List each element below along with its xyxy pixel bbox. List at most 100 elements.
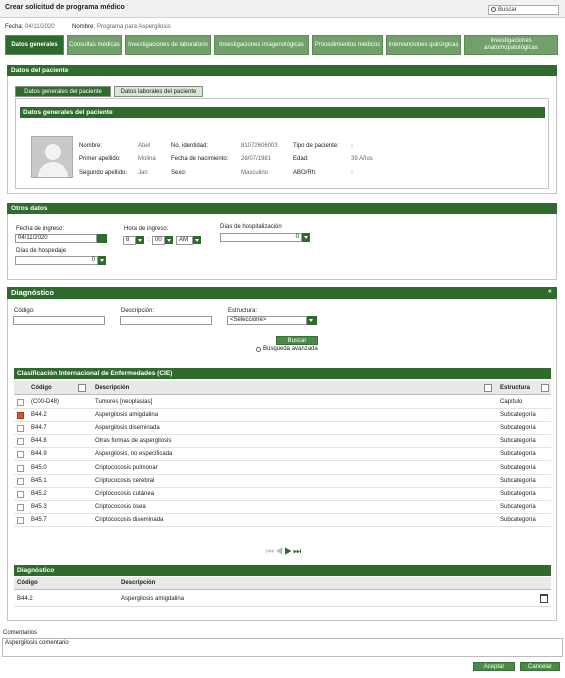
hora-dropdown-icon[interactable]	[136, 236, 144, 244]
tab-quirurgicas[interactable]: Intervenciones quirúrgicas	[386, 35, 461, 55]
delete-icon[interactable]	[540, 594, 548, 603]
estructura-dropdown-icon[interactable]	[307, 316, 317, 325]
row-codigo: B45.1	[31, 477, 47, 484]
comentarios-textarea[interactable]: Aspergilosis comentario	[2, 638, 563, 657]
subtab-datos-laborales[interactable]: Datos laborales del paciente	[114, 86, 203, 97]
table-row[interactable]: B45.3 Criptococosis ósea Subcategoría	[14, 501, 551, 514]
descripcion-input[interactable]	[120, 316, 212, 325]
aceptar-button[interactable]: Aceptar	[473, 662, 515, 671]
tab-anatomopatologicas[interactable]: Investigaciones anatomopatológicas	[464, 35, 558, 55]
busqueda-avanzada-link[interactable]: Búsqueda avanzada	[263, 346, 318, 352]
hora-select[interactable]: 8	[123, 236, 136, 245]
table-row[interactable]: (C00-D48) Tumores [neoplasias] Capítulo	[14, 396, 551, 409]
row-checkbox[interactable]	[17, 516, 24, 524]
main-tabs: Datos generales Consultas médicas Invest…	[5, 35, 558, 55]
buscar-button[interactable]: Buscar	[276, 336, 318, 345]
row-descripcion: Aspergilosis amigdalina	[95, 412, 159, 419]
nacimiento-value: 26/07/1981	[241, 156, 272, 162]
hospedaje-stepper-icon[interactable]	[98, 256, 106, 265]
edad-value: 39 Años	[351, 156, 373, 162]
row-codigo: B45.3	[31, 503, 47, 510]
row-estructura: Subcategoría	[500, 425, 536, 432]
tab-procedimientos[interactable]: Procedimientos médicos	[312, 35, 383, 55]
codigo-label: Código:	[14, 308, 35, 314]
table-row[interactable]: B44.9 Aspergilosis, no especificada Subcat…	[14, 448, 551, 462]
codigo-input[interactable]	[13, 316, 105, 325]
table-row[interactable]: B44.8 Otras formas de aspergilosis Subcate…	[14, 435, 551, 449]
table-row[interactable]: B45.1 Criptococosis cerebral Subcategoría	[14, 475, 551, 488]
col-codigo-filter-icon[interactable]	[78, 384, 86, 392]
title-bar: Crear solicitud de programa médico Busca…	[0, 0, 565, 18]
otros-section-title: Otros datos	[7, 203, 557, 214]
prev-page-icon[interactable]: ◀	[275, 546, 284, 556]
next-page-icon[interactable]: ▶	[284, 546, 293, 556]
subtab-datos-generales[interactable]: Datos generales del paciente	[15, 86, 111, 97]
estructura-select[interactable]: <Seleccione>	[227, 316, 307, 325]
col-estructura-header[interactable]: Estructura	[500, 381, 530, 395]
collapse-icon[interactable]: «	[548, 288, 552, 295]
row-codigo: B45.0	[31, 464, 47, 471]
first-page-icon[interactable]: ⏮	[266, 546, 275, 556]
row-descripcion: Criptococosis ósea	[95, 503, 146, 510]
hospedaje-stepper[interactable]: 0	[15, 256, 98, 265]
row-checkbox[interactable]	[17, 438, 24, 446]
calendar-icon[interactable]	[97, 234, 107, 243]
apellido2-value: Jan	[138, 170, 148, 176]
row-checkbox[interactable]	[17, 477, 24, 485]
minuto-select[interactable]: 00	[152, 236, 165, 245]
col-descripcion-header[interactable]: Descripción	[95, 381, 129, 395]
table-row[interactable]: B45.7 Criptococosis diseminada Subcategorí…	[14, 514, 551, 527]
col-codigo-header[interactable]: Código	[31, 381, 52, 395]
row-descripcion: Aspergilosis diseminada	[95, 425, 160, 432]
last-page-icon[interactable]: ⏭	[293, 546, 302, 556]
row-descripcion: Criptococosis cerebral	[95, 477, 155, 484]
hospitalizacion-stepper[interactable]: 0	[220, 233, 302, 242]
row-descripcion: Criptococosis cutánea	[95, 490, 155, 497]
table-row[interactable]: B45.2 Criptococosis cutánea Subcategoría	[14, 488, 551, 501]
row-checkbox[interactable]	[17, 412, 24, 420]
row-descripcion: Criptococosis diseminada	[95, 516, 164, 523]
descripcion-label: Descripción:	[121, 308, 155, 314]
pagination: ⏮◀▶⏭	[266, 546, 302, 557]
identidad-label: No. identidad:	[171, 143, 209, 149]
fecha-label: Fecha:	[5, 24, 24, 30]
tab-consultas[interactable]: Consultas médicas	[67, 35, 122, 55]
row-codigo: B45.2	[31, 490, 47, 497]
tab-imagenologicas[interactable]: Investigaciones imagenológicas	[214, 35, 309, 55]
cancelar-button[interactable]: Cancelar	[520, 662, 560, 671]
ampm-select[interactable]: AM	[176, 236, 193, 245]
minuto-dropdown-icon[interactable]	[165, 236, 173, 244]
hospitalizacion-stepper-icon[interactable]	[302, 233, 310, 242]
nombre-field-label: Nombre:	[79, 143, 103, 149]
row-checkbox[interactable]	[17, 451, 24, 459]
tab-laboratorio[interactable]: Investigaciones de laboratorio	[125, 35, 211, 55]
row-descripcion: Tumores [neoplasias]	[95, 399, 153, 405]
selected-row-descripcion: Aspergilosis amigdalina	[121, 596, 185, 602]
table-row[interactable]: B44.7 Aspergilosis diseminada Subcategoría	[14, 422, 551, 436]
row-checkbox[interactable]	[17, 503, 24, 511]
row-estructura: Subcategoría	[500, 464, 536, 471]
selected-col-descripcion: Descripción	[121, 580, 156, 586]
apellido2-label: Segundo apellido:	[79, 170, 128, 176]
diagnostico-section-title: Diagnóstico	[7, 287, 557, 299]
tab-datos-generales[interactable]: Datos generales	[5, 35, 64, 55]
row-checkbox[interactable]	[17, 399, 24, 406]
ampm-dropdown-icon[interactable]	[193, 236, 201, 244]
row-checkbox[interactable]	[17, 464, 24, 472]
selected-diagnostico-title: Diagnóstico	[14, 565, 551, 576]
col-descripcion-filter-icon[interactable]	[484, 384, 492, 392]
row-estructura: Subcategoría	[500, 477, 536, 484]
avatar	[31, 136, 73, 178]
search-input[interactable]: Buscar	[488, 5, 559, 15]
selected-row: B44.2 Aspergilosis amigdalina	[14, 591, 551, 607]
search-icon	[491, 7, 496, 12]
table-row[interactable]: B44.2 Aspergilosis amigdalina Subcategoría	[14, 409, 551, 423]
cie-table-title: Clasificación Internacional de Enfermeda…	[14, 368, 551, 379]
table-row[interactable]: B45.0 Criptococosis pulmonar Subcategoría	[14, 462, 551, 475]
ingreso-date-field[interactable]: 04/11/2020	[15, 234, 97, 243]
nombre-value: Programa para Aspergilosis	[97, 24, 171, 30]
col-estructura-filter-icon[interactable]	[541, 384, 549, 392]
nombre-label: Nombre:	[72, 24, 96, 30]
row-checkbox[interactable]	[17, 490, 24, 498]
row-checkbox[interactable]	[17, 425, 24, 433]
